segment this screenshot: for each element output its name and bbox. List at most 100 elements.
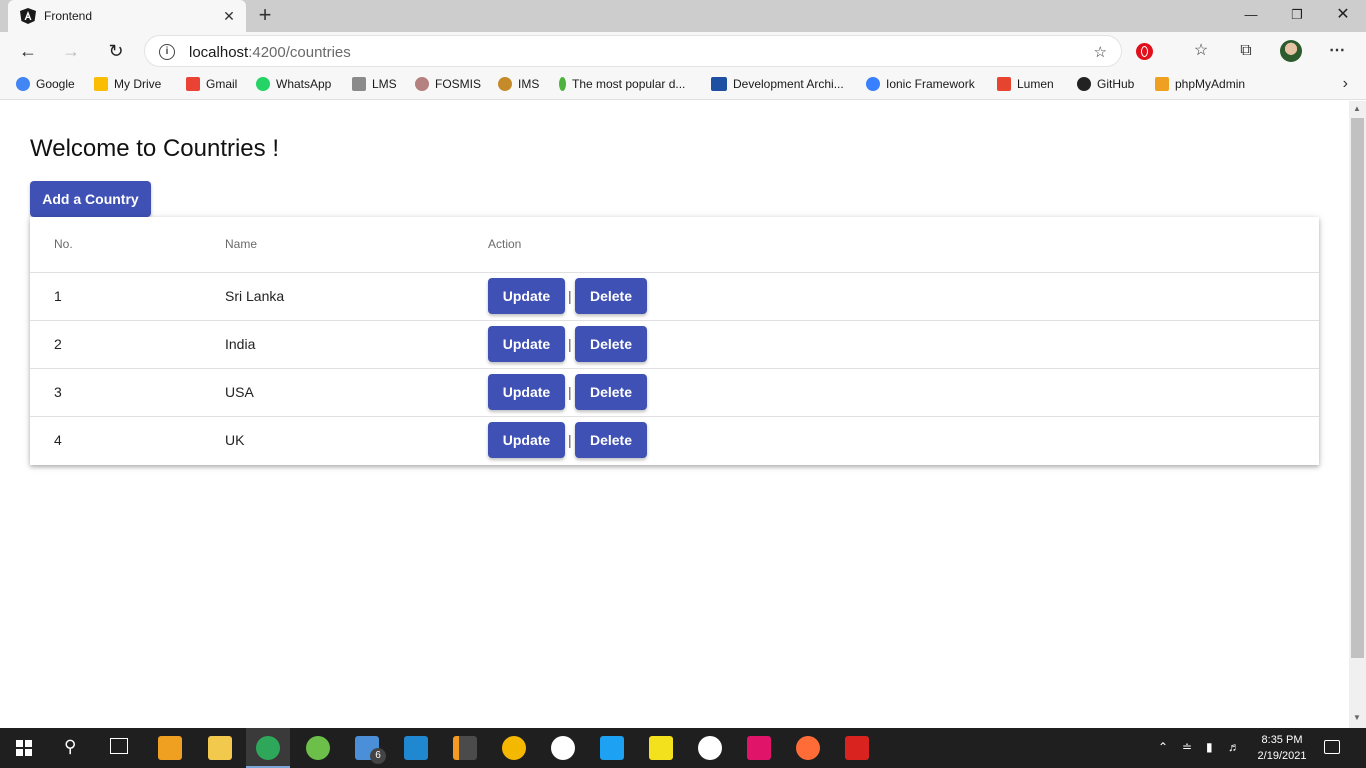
bookmark-github[interactable]: GitHub [1077,76,1134,94]
google-icon [16,77,30,91]
url-host: localhost [189,44,249,61]
browser-tab[interactable]: Frontend ✕ [8,0,246,32]
restore-icon[interactable]: ❐ [1274,0,1320,32]
app-triangle-icon[interactable] [502,736,526,760]
bookmark-fosmis[interactable]: FOSMIS [415,76,481,94]
scrollbar-thumb[interactable] [1351,118,1364,658]
phpmyadmin-icon [1155,77,1169,91]
acrobat-icon[interactable] [845,736,869,760]
country-name: UK [225,432,245,448]
bookmark-ims[interactable]: IMS [498,76,539,94]
delete-button[interactable]: Delete [575,278,647,314]
scroll-down-icon[interactable]: ▼ [1353,713,1361,722]
add-favorite-icon[interactable]: ☆ [1094,43,1107,61]
twitter-icon[interactable] [600,736,624,760]
task-view-icon[interactable] [110,738,128,754]
country-name: India [225,336,256,352]
drive-icon [94,77,108,91]
github-icon [1077,77,1091,91]
tab-close-icon[interactable]: ✕ [220,7,238,25]
windows-start-icon[interactable] [16,740,32,756]
store-icon[interactable] [158,736,182,760]
freedownload-icon [711,77,727,91]
delete-button[interactable]: Delete [575,374,647,410]
row-number: 3 [54,384,62,400]
clock-time: 8:35 PM [1261,734,1303,746]
update-button[interactable]: Update [488,374,565,410]
battery-icon[interactable]: ▮ [1206,740,1213,754]
bookmarks-bar: Google My Drive Gmail WhatsApp LMS FOSMI… [0,70,1366,100]
country-name: USA [225,384,254,400]
mongodb-icon [559,77,566,91]
mail-badge: 6 [370,748,386,764]
mongodb-compass-icon[interactable] [698,736,722,760]
action-separator: | [568,384,572,400]
update-button[interactable]: Update [488,278,565,314]
angular-icon [20,8,36,24]
vscode-icon[interactable] [404,736,428,760]
countries-table: No. Name Action 1 Sri Lanka Update | Del… [30,217,1319,465]
reload-icon[interactable]: ↻ [103,38,129,64]
column-header-no: No. [54,237,73,251]
sublime-icon[interactable] [453,736,477,760]
bookmark-lumen[interactable]: Lumen [997,76,1054,94]
browser-toolbar: ← → ↻ i localhost:4200/countries ☆ ☆ ⧉ ⋯ [0,32,1366,70]
url-text[interactable]: localhost:4200/countries [189,44,351,61]
favorites-icon[interactable]: ☆ [1190,40,1212,62]
ionic-icon [866,77,880,91]
bookmark-my-drive[interactable]: My Drive [94,76,161,94]
more-options-icon[interactable]: ⋯ [1326,40,1348,62]
scroll-up-icon[interactable]: ▲ [1353,104,1361,113]
update-button[interactable]: Update [488,422,565,458]
notification-icon[interactable] [1324,740,1340,754]
system-clock[interactable]: 8:35 PM 2/19/2021 [1250,732,1314,764]
fosmis-icon [415,77,429,91]
back-icon[interactable]: ← [15,38,41,64]
intellij-icon[interactable] [747,736,771,760]
new-tab-button[interactable]: + [254,4,276,27]
edge-icon[interactable] [256,736,280,760]
bookmark-development[interactable]: Development Archi... [711,76,844,94]
country-name: Sri Lanka [225,288,285,304]
bookmark-mongodb[interactable]: The most popular d... [559,76,685,94]
bookmark-ionic[interactable]: Ionic Framework [866,76,975,94]
minimize-icon[interactable]: — [1228,0,1274,32]
forward-icon[interactable]: → [58,38,84,64]
slack-icon[interactable] [551,736,575,760]
utorrent-icon[interactable] [306,736,330,760]
search-icon[interactable]: ⚲ [64,737,76,757]
bookmark-whatsapp[interactable]: WhatsApp [256,76,331,94]
clock-date: 2/19/2021 [1257,750,1307,762]
column-header-name: Name [225,237,258,251]
gmail-icon [186,77,200,91]
window-close-icon[interactable]: ✕ [1320,0,1366,32]
postman-icon[interactable] [796,736,820,760]
bookmark-lms[interactable]: LMS [352,76,397,94]
site-info-icon[interactable]: i [159,44,175,60]
update-button[interactable]: Update [488,326,565,362]
bookmark-gmail[interactable]: Gmail [186,76,237,94]
collections-icon[interactable]: ⧉ [1235,40,1257,62]
volume-icon[interactable]: ♬ [1228,740,1240,754]
table-row: 4 UK Update | Delete [30,416,1319,464]
column-header-action: Action [488,237,522,251]
table-row: 3 USA Update | Delete [30,368,1319,416]
wifi-icon[interactable]: ≐ [1182,740,1192,754]
add-country-button[interactable]: Add a Country [30,181,151,217]
chevron-up-icon[interactable]: ⌃ [1158,740,1168,754]
whatsapp-icon [256,77,270,91]
bookmark-phpmyadmin[interactable]: phpMyAdmin [1155,76,1245,94]
bookmark-google[interactable]: Google [16,76,75,94]
profile-avatar[interactable] [1280,40,1302,62]
action-separator: | [568,288,572,304]
opera-extension-icon[interactable] [1136,43,1153,60]
table-row: 2 India Update | Delete [30,320,1319,368]
file-explorer-icon[interactable] [208,736,232,760]
action-separator: | [568,336,572,352]
player-icon[interactable] [649,736,673,760]
chevron-right-icon[interactable]: › [1343,75,1348,93]
address-bar[interactable]: i localhost:4200/countries ☆ [144,35,1122,67]
delete-button[interactable]: Delete [575,326,647,362]
ims-icon [498,77,512,91]
delete-button[interactable]: Delete [575,422,647,458]
